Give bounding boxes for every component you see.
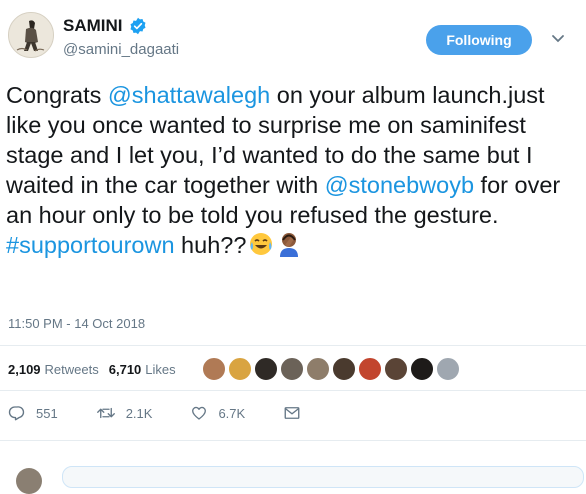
liker-avatar[interactable]	[332, 357, 356, 381]
avatar[interactable]	[8, 12, 54, 58]
tweet-actions: 551 2.1K 6.7K	[8, 404, 349, 422]
like-button[interactable]: 6.7K	[190, 404, 245, 422]
envelope-icon	[284, 407, 300, 419]
liker-avatar[interactable]	[436, 357, 460, 381]
chevron-down-icon[interactable]	[550, 30, 566, 46]
tweet-text-part: Congrats	[6, 82, 108, 108]
retweet-action-count: 2.1K	[125, 405, 153, 421]
liker-avatar[interactable]	[358, 357, 382, 381]
retweet-icon	[96, 407, 115, 419]
divider	[0, 440, 586, 441]
liker-avatar[interactable]	[410, 357, 434, 381]
liker-avatar[interactable]	[202, 357, 226, 381]
retweet-button[interactable]: 2.1K	[96, 404, 153, 422]
reply-button[interactable]: 551	[8, 404, 58, 422]
verified-badge-icon	[129, 17, 147, 35]
name-row: SAMINI	[63, 16, 147, 36]
liker-avatar[interactable]	[384, 357, 408, 381]
engagement-stats: 2,109 Retweets 6,710 Likes	[8, 362, 186, 377]
hashtag-link[interactable]: #supportourown	[6, 232, 175, 258]
mention-link[interactable]: @shattawalegh	[108, 82, 270, 108]
direct-message-button[interactable]	[283, 404, 311, 422]
liker-avatar[interactable]	[254, 357, 278, 381]
retweet-label[interactable]: Retweets	[45, 362, 99, 377]
mention-link[interactable]: @stonebwoyb	[325, 172, 474, 198]
liker-avatar[interactable]	[228, 357, 252, 381]
liker-avatar[interactable]	[280, 357, 304, 381]
tweet-text: Congrats @shattawalegh on your album lau…	[6, 80, 578, 264]
reply-icon	[8, 406, 25, 421]
current-user-avatar	[16, 468, 42, 494]
tweet-text-part: huh??	[174, 232, 247, 258]
user-handle[interactable]: @samini_dagaati	[63, 41, 179, 58]
following-button[interactable]: Following	[426, 25, 532, 55]
like-action-count: 6.7K	[218, 405, 246, 421]
divider	[0, 345, 586, 346]
divider	[0, 390, 586, 391]
display-name[interactable]: SAMINI	[63, 16, 123, 36]
reply-count: 551	[36, 405, 58, 421]
person-facepalming-icon	[276, 231, 302, 264]
like-count[interactable]: 6,710	[109, 362, 142, 377]
liker-avatars	[202, 357, 462, 381]
like-label[interactable]: Likes	[145, 362, 175, 377]
retweet-count[interactable]: 2,109	[8, 362, 41, 377]
reply-input[interactable]	[62, 466, 584, 488]
liker-avatar[interactable]	[306, 357, 330, 381]
face-with-tears-of-joy-icon	[248, 231, 274, 264]
heart-icon	[192, 406, 207, 420]
tweet-header: SAMINI @samini_dagaati Following	[0, 0, 586, 80]
tweet-timestamp[interactable]: 11:50 PM - 14 Oct 2018	[8, 316, 145, 331]
